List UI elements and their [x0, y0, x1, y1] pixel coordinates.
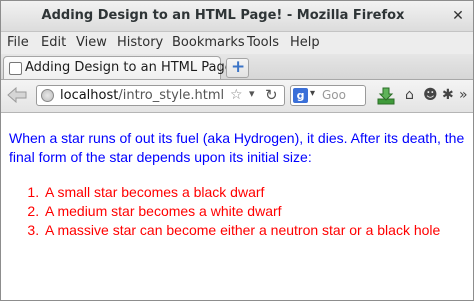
- addon-icon[interactable]: ☻: [423, 87, 438, 103]
- menu-view[interactable]: View: [76, 35, 107, 50]
- back-arrow-icon: [7, 86, 27, 104]
- menu-history[interactable]: History: [117, 35, 163, 50]
- menu-file[interactable]: File: [7, 35, 29, 50]
- download-icon: [377, 87, 395, 105]
- list-item: A small star becomes a black dwarf: [43, 183, 469, 202]
- navigation-bar: localhost/intro_style.html ☆ ▾ ↻ g ▾ Goo…: [1, 80, 473, 113]
- page-content: When a star runs of out its fuel (aka Hy…: [9, 129, 469, 240]
- search-bar[interactable]: g ▾ Goo: [290, 85, 366, 106]
- title-bar: Adding Design to an HTML Page! - Mozilla…: [1, 1, 473, 32]
- url-bar[interactable]: localhost/intro_style.html ☆ ▾ ↻: [36, 85, 285, 106]
- tab-strip: Adding Design to an HTML Page! +: [1, 54, 473, 80]
- url-text[interactable]: localhost/intro_style.html: [60, 88, 224, 103]
- menu-help[interactable]: Help: [290, 35, 320, 50]
- back-button[interactable]: [6, 86, 30, 106]
- reload-icon[interactable]: ↻: [265, 86, 278, 104]
- menu-bar: File Edit View History Bookmarks Tools H…: [1, 32, 473, 54]
- menu-bookmarks[interactable]: Bookmarks: [172, 35, 245, 50]
- chevron-down-icon[interactable]: ▾: [249, 87, 255, 100]
- list-item: A medium star becomes a white dwarf: [43, 202, 469, 221]
- search-input[interactable]: Goo: [322, 88, 346, 102]
- url-path: /intro_style.html: [118, 88, 225, 103]
- home-icon[interactable]: ⌂: [405, 87, 414, 103]
- globe-icon: [41, 89, 54, 102]
- tab-label: Adding Design to an HTML Page!: [25, 60, 238, 75]
- bug-icon[interactable]: ✱: [442, 87, 454, 103]
- star-fate-list: A small star becomes a black dwarf A med…: [9, 183, 469, 240]
- close-window-button[interactable]: ✕: [449, 7, 467, 25]
- browser-window: Adding Design to an HTML Page! - Mozilla…: [0, 0, 474, 301]
- search-engine-icon[interactable]: g: [293, 88, 308, 103]
- new-tab-button[interactable]: +: [226, 57, 249, 78]
- tab-active[interactable]: Adding Design to an HTML Page!: [3, 56, 238, 79]
- window-title: Adding Design to an HTML Page! - Mozilla…: [41, 8, 405, 23]
- intro-paragraph: When a star runs of out its fuel (aka Hy…: [9, 130, 465, 165]
- menu-chevron-icon[interactable]: »: [459, 87, 468, 103]
- plus-icon: +: [231, 57, 246, 77]
- menu-tools[interactable]: Tools: [247, 35, 279, 50]
- bookmark-star-icon[interactable]: ☆: [230, 87, 243, 103]
- download-button[interactable]: [376, 86, 396, 106]
- page-favicon-icon: [9, 62, 22, 75]
- url-host: localhost: [60, 88, 119, 103]
- chevron-down-icon[interactable]: ▾: [310, 88, 315, 99]
- list-item: A massive star can become either a neutr…: [43, 221, 469, 240]
- menu-edit[interactable]: Edit: [41, 35, 66, 50]
